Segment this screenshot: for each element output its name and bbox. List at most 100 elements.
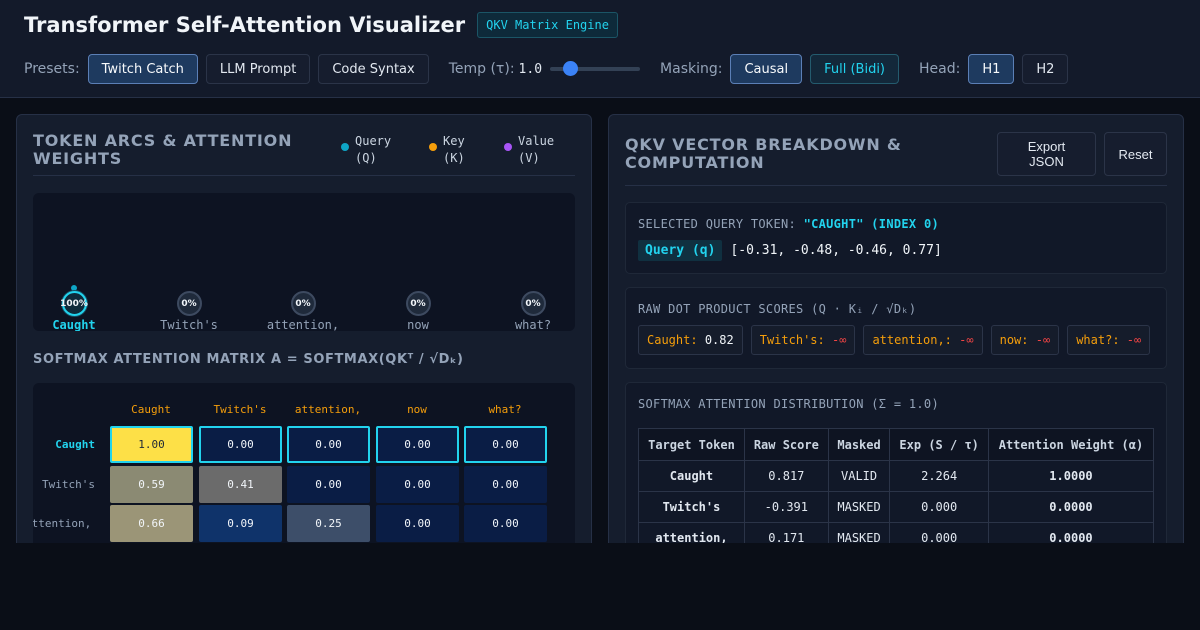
matrix-cell[interactable]: 0.00	[464, 426, 547, 463]
table-row: Twitch's -0.391 MASKED 0.000 0.0000	[638, 491, 1155, 523]
matrix-cell[interactable]: 0.00	[464, 505, 547, 542]
token-label: Caught	[52, 318, 96, 331]
matrix-row-header: Caught	[55, 438, 95, 451]
matrix-cell[interactable]: 0.00	[464, 466, 547, 503]
token-weight-node: 0%	[176, 291, 202, 316]
presets-label: Presets:	[24, 61, 80, 77]
matrix-cell[interactable]: 0.00	[376, 505, 459, 542]
control-bar: Presets: Twitch Catch LLM Prompt Code Sy…	[24, 54, 1076, 84]
engine-badge: QKV Matrix Engine	[477, 12, 618, 38]
head-label: Head:	[919, 61, 961, 77]
target-token-cell: Caught	[638, 460, 745, 492]
temperature-label: Temp (τ):	[448, 61, 515, 77]
matrix-row-header: Twitch's	[42, 478, 95, 491]
viewport-clip	[0, 543, 1200, 630]
token-label: what?	[514, 318, 552, 331]
token-caught[interactable]: 100% Caught	[43, 291, 105, 331]
temperature-slider-thumb[interactable]	[562, 61, 578, 76]
exp-cell: 0.000	[889, 491, 989, 523]
head-h1-button[interactable]: H1	[968, 54, 1015, 84]
app-header: Transformer Self-Attention Visualizer QK…	[0, 0, 1200, 98]
matrix-cell[interactable]: 0.00	[376, 426, 459, 463]
raw-score-cell: -0.391	[743, 491, 829, 523]
query-vector: [-0.31, -0.48, -0.46, 0.77]	[730, 243, 942, 258]
attention-distribution-table: Target Token Raw Score Masked Exp (S / τ…	[638, 428, 1155, 553]
query-dot-icon	[341, 143, 349, 151]
matrix-cell[interactable]: 0.59	[110, 466, 193, 503]
qkv-legend: Query (Q) Key (K) Value (V)	[341, 133, 574, 167]
table-header: Attention Weight (α)	[987, 428, 1155, 461]
matrix-cell[interactable]: 0.41	[199, 466, 282, 503]
query-vector-row: Query (q) [-0.31, -0.48, -0.46, 0.77]	[638, 240, 942, 261]
token-label: now	[407, 318, 429, 331]
preset-llm-prompt-button[interactable]: LLM Prompt	[205, 54, 311, 84]
token-arcs-canvas: 100% Caught 0% Twitch's 0% attention, 0%…	[33, 193, 575, 331]
raw-scores-label: RAW DOT PRODUCT SCORES (Q · Kᵢ / √Dₖ)	[638, 302, 917, 316]
masking-label: Masking:	[660, 61, 723, 77]
raw-score-chip: now: -∞	[990, 325, 1060, 355]
matrix-col-header: attention,	[294, 403, 362, 416]
matrix-cell[interactable]: 0.00	[376, 466, 459, 503]
panel-divider	[33, 175, 575, 176]
preset-twitch-catch-button[interactable]: Twitch Catch	[87, 54, 198, 84]
temperature-slider[interactable]	[550, 61, 641, 76]
matrix-cell[interactable]: 0.09	[199, 505, 282, 542]
softmax-distribution-box: SOFTMAX ATTENTION DISTRIBUTION (Σ = 1.0)…	[625, 382, 1167, 553]
softmax-distribution-label: SOFTMAX ATTENTION DISTRIBUTION (Σ = 1.0)	[638, 397, 939, 411]
matrix-cell[interactable]: 1.00	[110, 426, 193, 463]
token-arcs-title: TOKEN ARCS & ATTENTION WEIGHTS	[33, 131, 293, 168]
legend-query: Query (Q)	[341, 133, 429, 167]
raw-score-cell: 0.817	[743, 460, 829, 492]
reset-button[interactable]: Reset	[1104, 132, 1167, 176]
legend-key: Key (K)	[429, 133, 504, 167]
app-title: Transformer Self-Attention Visualizer	[24, 13, 466, 37]
temperature-value: 1.0	[518, 61, 543, 77]
raw-score-chip: Twitch's: -∞	[750, 325, 856, 355]
mask-status-cell: VALID	[827, 460, 891, 492]
token-label: Twitch's	[160, 318, 218, 331]
token-weight-node: 0%	[520, 291, 546, 316]
matrix-col-header: now	[407, 403, 427, 416]
table-header: Target Token	[638, 428, 745, 461]
token-what[interactable]: 0% what?	[503, 291, 563, 331]
token-attention[interactable]: 0% attention,	[258, 291, 348, 331]
selected-query-label: SELECTED QUERY TOKEN: "CAUGHT" (INDEX 0)	[638, 217, 940, 231]
token-arcs-panel: TOKEN ARCS & ATTENTION WEIGHTS Query (Q) …	[16, 114, 592, 554]
matrix-cell[interactable]: 0.00	[287, 426, 370, 463]
table-header: Raw Score	[743, 428, 829, 461]
target-token-cell: Twitch's	[638, 491, 745, 523]
masking-causal-button[interactable]: Causal	[730, 54, 803, 84]
token-weight-node: 0%	[290, 291, 316, 316]
exp-cell: 2.264	[889, 460, 989, 492]
preset-code-syntax-button[interactable]: Code Syntax	[318, 54, 429, 84]
matrix-col-header: Twitch's	[213, 403, 267, 416]
head-h2-button[interactable]: H2	[1022, 54, 1069, 84]
matrix-cell[interactable]: 0.25	[287, 505, 370, 542]
matrix-cell[interactable]: 0.00	[199, 426, 282, 463]
table-header-row: Target Token Raw Score Masked Exp (S / τ…	[638, 428, 1155, 461]
selected-query-box: SELECTED QUERY TOKEN: "CAUGHT" (INDEX 0)…	[625, 202, 1167, 274]
query-chip: Query (q)	[638, 240, 723, 261]
export-json-button[interactable]: Export JSON	[997, 132, 1096, 176]
token-now[interactable]: 0% now	[388, 291, 448, 331]
qkv-breakdown-panel: QKV VECTOR BREAKDOWN & COMPUTATION Expor…	[608, 114, 1184, 554]
matrix-col-header: Caught	[131, 403, 171, 416]
token-twitchs[interactable]: 0% Twitch's	[153, 291, 225, 331]
raw-scores-list: Caught: 0.82 Twitch's: -∞ attention,: -∞…	[638, 325, 1158, 355]
matrix-row-header: attention,	[33, 517, 92, 530]
raw-scores-box: RAW DOT PRODUCT SCORES (Q · Kᵢ / √Dₖ) Ca…	[625, 287, 1167, 369]
raw-score-chip: what?: -∞	[1067, 325, 1151, 355]
qkv-breakdown-title: QKV VECTOR BREAKDOWN & COMPUTATION	[625, 135, 902, 172]
attention-matrix: Caught Twitch's attention, now what? Cau…	[33, 383, 575, 553]
key-dot-icon	[429, 143, 437, 151]
attention-weight-cell: 1.0000	[987, 460, 1155, 492]
matrix-cell[interactable]: 0.66	[110, 505, 193, 542]
panel-divider	[625, 185, 1167, 186]
table-row: Caught 0.817 VALID 2.264 1.0000	[638, 460, 1155, 492]
raw-score-chip: Caught: 0.82	[638, 325, 743, 355]
matrix-cell[interactable]: 0.00	[287, 466, 370, 503]
masking-full-bidi-button[interactable]: Full (Bidi)	[810, 54, 900, 84]
matrix-title: SOFTMAX ATTENTION MATRIX A = SOFTMAX(QKᵀ…	[33, 352, 464, 367]
selected-query-value: "CAUGHT" (INDEX 0)	[803, 217, 940, 231]
table-header: Masked	[827, 428, 891, 461]
